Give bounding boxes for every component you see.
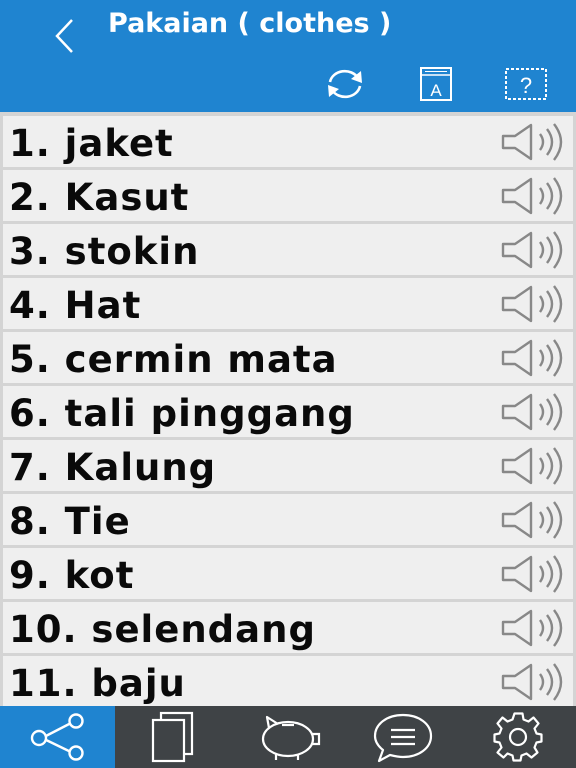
tab-share[interactable] [0,706,115,768]
item-label: 3. stokin [9,230,200,273]
refresh-button[interactable] [321,64,369,104]
vocabulary-list[interactable]: 1. jaket 2. Kasut 3. stokin 4. Hat 5. ce… [0,112,576,706]
back-button[interactable] [44,14,84,58]
settings-gear-icon [492,712,543,762]
item-label: 1. jaket [9,122,174,165]
tab-copy[interactable] [115,706,230,768]
speaker-icon[interactable] [501,608,567,648]
dictionary-button[interactable]: A [412,64,460,104]
speaker-icon[interactable] [501,122,567,162]
speaker-icon[interactable] [501,338,567,378]
speaker-icon[interactable] [501,500,567,540]
tab-settings[interactable] [460,706,575,768]
bottom-tab-bar [0,706,576,768]
share-icon [30,713,84,761]
app-header: Pakaian ( clothes ) A ? [0,0,576,112]
list-item[interactable]: 2. Kasut [3,170,573,221]
speaker-icon[interactable] [501,662,567,702]
speaker-icon[interactable] [501,392,567,432]
list-item[interactable]: 5. cermin mata [3,332,573,383]
svg-text:A: A [430,81,442,100]
help-button[interactable]: ? [502,64,550,104]
speaker-icon[interactable] [501,176,567,216]
item-label: 11. baju [9,662,186,705]
list-item[interactable]: 1. jaket [3,116,573,167]
refresh-icon [328,69,362,99]
tab-piggy-bank[interactable] [230,706,345,768]
list-item[interactable]: 4. Hat [3,278,573,329]
tab-chat[interactable] [345,706,460,768]
list-item[interactable]: 11. baju [3,656,573,706]
help-question-icon: ? [505,68,547,100]
chevron-left-icon [55,19,73,53]
list-item[interactable]: 8. Tie [3,494,573,545]
item-label: 4. Hat [9,284,142,327]
list-item[interactable]: 3. stokin [3,224,573,275]
page-title: Pakaian ( clothes ) [108,8,392,39]
list-item[interactable]: 10. selendang [3,602,573,653]
speaker-icon[interactable] [501,230,567,270]
speaker-icon[interactable] [501,554,567,594]
list-item[interactable]: 7. Kalung [3,440,573,491]
speaker-icon[interactable] [501,284,567,324]
item-label: 6. tali pinggang [9,392,355,435]
svg-text:?: ? [520,73,532,98]
chat-bubble-icon [373,713,432,763]
item-label: 9. kot [9,554,135,597]
piggy-bank-icon [261,715,320,760]
copy-pages-icon [151,711,193,763]
dictionary-book-icon: A [420,67,452,101]
item-label: 5. cermin mata [9,338,338,381]
item-label: 2. Kasut [9,176,190,219]
item-label: 10. selendang [9,608,316,651]
speaker-icon[interactable] [501,446,567,486]
item-label: 7. Kalung [9,446,217,489]
list-item[interactable]: 6. tali pinggang [3,386,573,437]
list-item[interactable]: 9. kot [3,548,573,599]
item-label: 8. Tie [9,500,131,543]
